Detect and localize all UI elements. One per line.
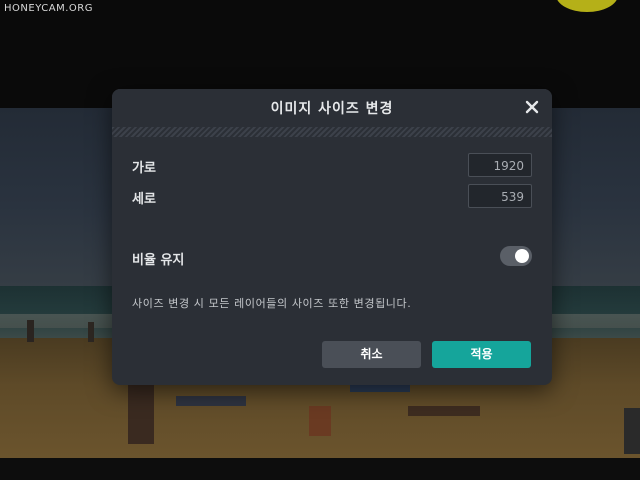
photo-person bbox=[128, 384, 154, 444]
close-icon bbox=[525, 100, 539, 114]
close-button[interactable] bbox=[524, 99, 540, 115]
photo-dog bbox=[309, 406, 331, 436]
keep-ratio-toggle[interactable] bbox=[500, 246, 532, 266]
height-label: 세로 bbox=[132, 192, 156, 207]
photo-towel bbox=[176, 396, 246, 406]
dialog-title: 이미지 사이즈 변경 bbox=[270, 101, 394, 117]
background-moon bbox=[556, 0, 618, 12]
width-input[interactable]: 1920 bbox=[468, 153, 532, 177]
keep-ratio-row: 비율 유지 bbox=[132, 245, 532, 271]
header-divider bbox=[112, 127, 552, 137]
toggle-knob bbox=[515, 249, 529, 263]
photo-person bbox=[27, 320, 34, 342]
width-label: 가로 bbox=[132, 161, 156, 176]
bottom-bar bbox=[0, 458, 640, 480]
photo-person bbox=[624, 408, 640, 454]
dialog-header: 이미지 사이즈 변경 bbox=[112, 89, 552, 127]
height-input[interactable]: 539 bbox=[468, 184, 532, 208]
photo-towel bbox=[350, 384, 410, 392]
watermark-text: HONEYCAM.ORG bbox=[4, 3, 93, 14]
height-row: 세로 539 bbox=[132, 184, 532, 210]
photo-person bbox=[88, 322, 94, 342]
resize-note: 사이즈 변경 시 모든 레이어들의 사이즈 또한 변경됩니다. bbox=[132, 297, 412, 310]
apply-button[interactable]: 적용 bbox=[432, 341, 531, 368]
keep-ratio-label: 비율 유지 bbox=[132, 253, 185, 268]
width-row: 가로 1920 bbox=[132, 153, 532, 179]
resize-dialog: 이미지 사이즈 변경 가로 1920 세로 539 비율 유지 사이즈 변경 시… bbox=[112, 89, 552, 385]
photo-person bbox=[408, 406, 480, 416]
cancel-button[interactable]: 취소 bbox=[322, 341, 421, 368]
